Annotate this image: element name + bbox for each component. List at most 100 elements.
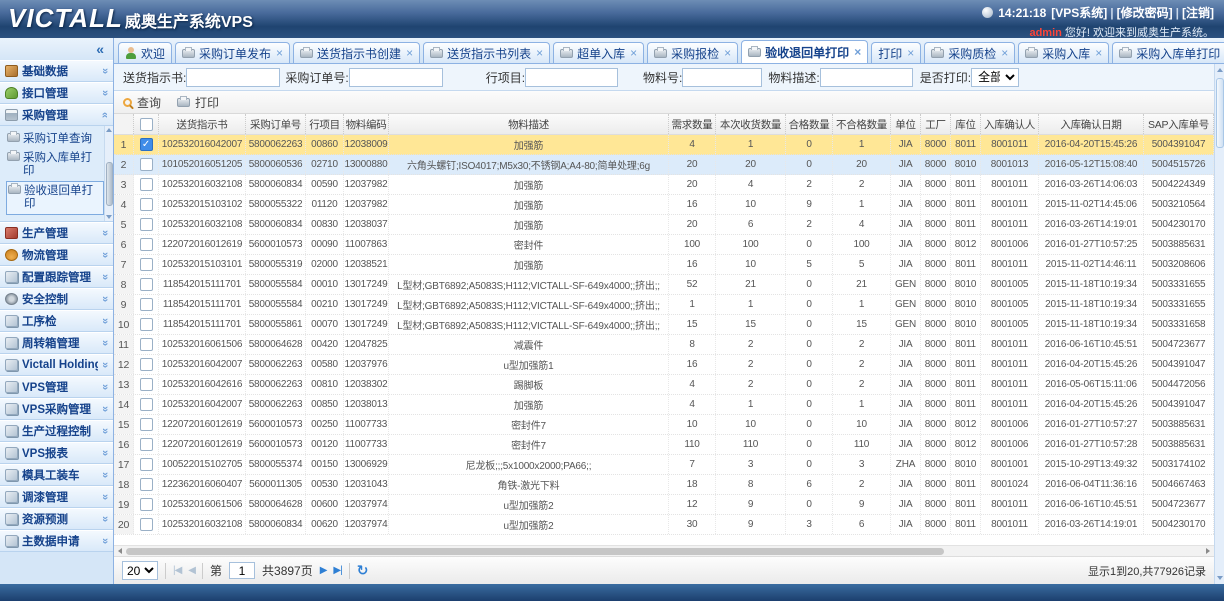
horizontal-scrollbar[interactable] bbox=[114, 545, 1214, 556]
row-checkbox[interactable] bbox=[140, 518, 153, 531]
table-row[interactable]: 1512207201601261956000105730025011007733… bbox=[114, 415, 1214, 435]
sidebar-group-物流管理[interactable]: 物流管理» bbox=[0, 244, 113, 266]
table-row[interactable]: 1011854201511170158000558610007013017249… bbox=[114, 315, 1214, 335]
sidebar-group-VPS采购管理[interactable]: VPS采购管理» bbox=[0, 398, 113, 420]
row-checkbox[interactable] bbox=[140, 398, 153, 411]
row-checkbox[interactable] bbox=[140, 418, 153, 431]
sidebar-group-模具工装车[interactable]: 模具工装车» bbox=[0, 464, 113, 486]
close-icon[interactable]: × bbox=[630, 46, 637, 60]
row-checkbox[interactable] bbox=[140, 458, 153, 471]
tab-超单入库[interactable]: 超单入库× bbox=[553, 42, 644, 63]
tab-送货指示书创建[interactable]: 送货指示书创建× bbox=[293, 42, 420, 63]
table-row[interactable]: 1310253201604261658000622630081012038302… bbox=[114, 375, 1214, 395]
column-header-工厂[interactable]: 工厂 bbox=[921, 114, 951, 134]
po-number-input[interactable] bbox=[349, 68, 443, 87]
column-header-采购订单号[interactable]: 采购订单号 bbox=[246, 114, 306, 134]
scroll-down-icon[interactable] bbox=[106, 215, 112, 219]
column-header-物料描述[interactable]: 物料描述 bbox=[389, 114, 669, 134]
table-row[interactable]: 710253201510310158000553190200012038521加… bbox=[114, 255, 1214, 275]
table-row[interactable]: 1910253201606150658000646280060012037974… bbox=[114, 495, 1214, 515]
horizontal-scroll-track[interactable] bbox=[126, 547, 1202, 556]
table-row[interactable]: 612207201601261956000105730009011007863密… bbox=[114, 235, 1214, 255]
tab-采购入库单打印[interactable]: 采购入库单打印× bbox=[1112, 42, 1224, 63]
row-checkbox[interactable] bbox=[140, 438, 153, 451]
tab-送货指示书列表[interactable]: 送货指示书列表× bbox=[423, 42, 550, 63]
print-status-select[interactable]: 全部 bbox=[971, 68, 1019, 87]
table-row[interactable]: 2010253201603210858000608340062012037974… bbox=[114, 515, 1214, 535]
vertical-scrollbar[interactable] bbox=[1214, 64, 1224, 584]
sidebar-collapse-icon[interactable]: « bbox=[96, 41, 104, 57]
page-number-input[interactable] bbox=[229, 562, 255, 579]
sidebar-group-VPS管理[interactable]: VPS管理» bbox=[0, 376, 113, 398]
last-page-button[interactable]: ▶| bbox=[333, 565, 341, 576]
scroll-left-button[interactable] bbox=[114, 548, 126, 554]
row-checkbox[interactable] bbox=[140, 278, 153, 291]
scroll-right-button[interactable] bbox=[1202, 548, 1214, 554]
prev-page-button[interactable]: ◀ bbox=[188, 565, 195, 576]
tab-验收退回单打印[interactable]: 验收退回单打印× bbox=[741, 40, 868, 63]
header-link[interactable]: [VPS系统] bbox=[1051, 6, 1107, 20]
column-header-行项目[interactable]: 行项目 bbox=[306, 114, 344, 134]
query-button[interactable]: 查询 bbox=[123, 94, 161, 111]
row-checkbox[interactable] bbox=[140, 318, 153, 331]
first-page-button[interactable]: |◀ bbox=[173, 565, 181, 576]
scroll-up-icon[interactable] bbox=[106, 128, 112, 132]
tab-采购订单发布[interactable]: 采购订单发布× bbox=[175, 42, 290, 63]
sidebar-group-VPS报表[interactable]: VPS报表» bbox=[0, 442, 113, 464]
sidebar-item-验收退回单打印[interactable]: 验收退回单打印 bbox=[6, 181, 104, 215]
close-icon[interactable]: × bbox=[536, 46, 543, 60]
horizontal-scroll-thumb[interactable] bbox=[126, 548, 944, 555]
table-row[interactable]: 911854201511170158000555840021013017249L… bbox=[114, 295, 1214, 315]
row-checkbox[interactable] bbox=[140, 218, 153, 231]
vertical-scroll-thumb[interactable] bbox=[1216, 78, 1224, 148]
column-header-合格数量[interactable]: 合格数量 bbox=[786, 114, 833, 134]
sidebar-item-采购入库单打印[interactable]: 采购入库单打印 bbox=[6, 149, 104, 181]
row-checkbox[interactable] bbox=[140, 258, 153, 271]
row-checkbox[interactable] bbox=[140, 238, 153, 251]
submenu-scroll-track[interactable] bbox=[105, 134, 113, 213]
row-checkbox[interactable] bbox=[140, 478, 153, 491]
row-checkbox[interactable] bbox=[140, 298, 153, 311]
select-all-checkbox[interactable] bbox=[140, 118, 153, 131]
sidebar-group-工序检[interactable]: 工序检» bbox=[0, 310, 113, 332]
tab-采购质检[interactable]: 采购质检× bbox=[924, 42, 1015, 63]
table-row[interactable]: 1612207201601261956000105730012011007733… bbox=[114, 435, 1214, 455]
row-checkbox[interactable] bbox=[140, 378, 153, 391]
row-checkbox[interactable] bbox=[140, 498, 153, 511]
table-row[interactable]: 1410253201604200758000622630085012038013… bbox=[114, 395, 1214, 415]
row-checkbox[interactable] bbox=[140, 358, 153, 371]
sidebar-group-调漆管理[interactable]: 调漆管理» bbox=[0, 486, 113, 508]
sidebar-group-周转箱管理[interactable]: 周转箱管理» bbox=[0, 332, 113, 354]
sidebar-group-Victall Holding[interactable]: Victall Holding» bbox=[0, 354, 113, 376]
row-checkbox[interactable] bbox=[140, 178, 153, 191]
close-icon[interactable]: × bbox=[276, 46, 283, 60]
column-header-入库确认人[interactable]: 入库确认人 bbox=[981, 114, 1039, 134]
sidebar-group-主数据申请[interactable]: 主数据申请» bbox=[0, 530, 113, 552]
column-header-本次收货数量[interactable]: 本次收货数量 bbox=[716, 114, 786, 134]
column-header-送货指示书[interactable]: 送货指示书 bbox=[159, 114, 246, 134]
refresh-button[interactable]: ↻ bbox=[357, 562, 369, 579]
tab-欢迎[interactable]: 欢迎 bbox=[118, 42, 172, 63]
table-row[interactable]: 1210253201604200758000622630058012037976… bbox=[114, 355, 1214, 375]
sidebar-group-采购管理[interactable]: 采购管理» bbox=[0, 104, 113, 126]
delivery-note-input[interactable] bbox=[186, 68, 280, 87]
line-item-input[interactable] bbox=[525, 68, 618, 87]
material-desc-input[interactable] bbox=[820, 68, 913, 87]
table-row[interactable]: 1812236201606040756000113050053012031043… bbox=[114, 475, 1214, 495]
table-row[interactable]: 1✓10253201604200758000622630086012038009… bbox=[114, 135, 1214, 155]
header-link[interactable]: [注销] bbox=[1182, 6, 1214, 20]
scroll-up-button[interactable] bbox=[1215, 64, 1224, 76]
column-header-物料编码[interactable]: 物料编码 bbox=[344, 114, 389, 134]
close-icon[interactable]: × bbox=[1001, 46, 1008, 60]
submenu-scrollbar[interactable] bbox=[104, 126, 113, 221]
table-row[interactable]: 811854201511170158000555840001013017249L… bbox=[114, 275, 1214, 295]
column-header-需求数量[interactable]: 需求数量 bbox=[669, 114, 716, 134]
close-icon[interactable]: × bbox=[854, 45, 861, 59]
table-row[interactable]: 310253201603210858000608340059012037982加… bbox=[114, 175, 1214, 195]
tab-采购报检[interactable]: 采购报检× bbox=[647, 42, 738, 63]
sidebar-group-生产过程控制[interactable]: 生产过程控制» bbox=[0, 420, 113, 442]
close-icon[interactable]: × bbox=[724, 46, 731, 60]
close-icon[interactable]: × bbox=[907, 46, 914, 60]
table-row[interactable]: 410253201510310258000553220112012037982加… bbox=[114, 195, 1214, 215]
print-button[interactable]: 打印 bbox=[177, 94, 219, 111]
